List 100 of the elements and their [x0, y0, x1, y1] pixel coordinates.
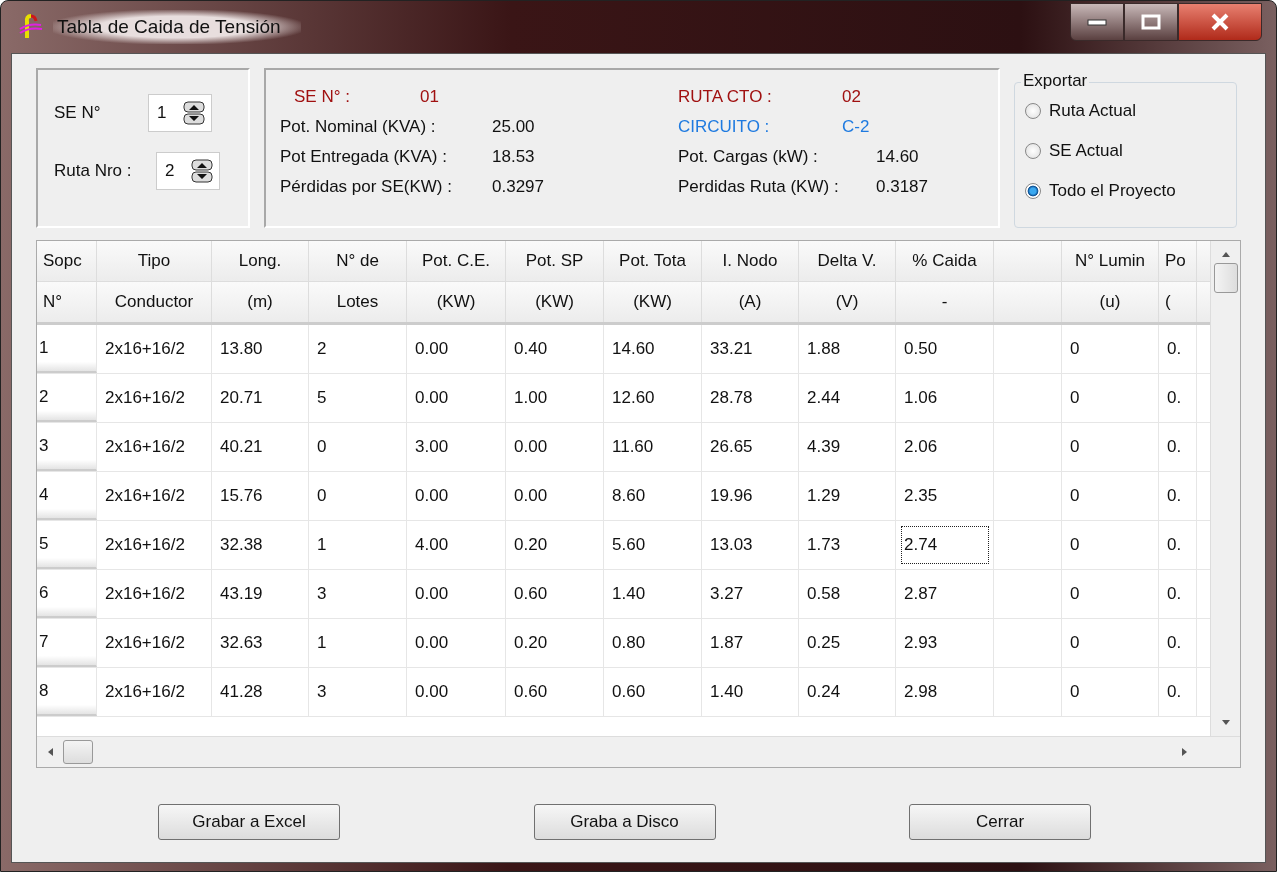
table-cell: 1.88 [799, 325, 896, 373]
action-button[interactable]: Cerrar [909, 804, 1091, 840]
column-header: (KW) [633, 292, 672, 312]
table-cell: 4.00 [407, 521, 506, 569]
table-cell: 0 [309, 423, 407, 471]
table-cell: 0. [1159, 374, 1197, 422]
table-cell: 2x16+16/2 [97, 668, 212, 716]
table-cell: 0.20 [506, 619, 604, 667]
table-cell: 0.60 [506, 668, 604, 716]
table-cell: 2.35 [896, 472, 994, 520]
info-value: 14.60 [876, 147, 919, 167]
table-cell: 2x16+16/2 [97, 374, 212, 422]
table-cell: 1 [309, 521, 407, 569]
action-button[interactable]: Grabar a Excel [158, 804, 340, 840]
table-cell: 0.58 [799, 570, 896, 618]
vertical-scrollbar[interactable] [1210, 241, 1240, 736]
window-title: Tabla de Caida de Tensión [53, 10, 301, 44]
row-header[interactable]: 8 [37, 668, 97, 716]
spin-arrows-icon [191, 159, 213, 183]
table-cell: 1.00 [506, 374, 604, 422]
table-cell: 14.60 [604, 325, 702, 373]
column-header: - [941, 292, 948, 312]
table-cell: 0.00 [407, 325, 506, 373]
table-cell: 0. [1159, 423, 1197, 471]
scroll-thumb[interactable] [1213, 263, 1238, 293]
table-cell: 0 [1062, 472, 1159, 520]
row-header[interactable]: 6 [37, 570, 97, 618]
table-cell: 0 [1062, 668, 1159, 716]
column-header: N° Lumin [1074, 251, 1146, 271]
table-cell: 15.76 [212, 472, 309, 520]
table-cell: 0.20 [506, 521, 604, 569]
table-cell: 1 [309, 619, 407, 667]
column-header: (A) [738, 292, 762, 312]
table-cell: 0.60 [604, 668, 702, 716]
table-cell: 2x16+16/2 [97, 521, 212, 569]
info-value: 18.53 [492, 147, 535, 167]
column-header: N° de [336, 251, 379, 271]
table-cell: 3.00 [407, 423, 506, 471]
row-header[interactable]: 3 [37, 423, 97, 471]
scroll-thumb[interactable] [63, 740, 93, 764]
spin-field[interactable]: 1 [148, 94, 212, 132]
table-cell: 2x16+16/2 [97, 423, 212, 471]
table-cell: 11.60 [604, 423, 702, 471]
table-cell: 0.00 [506, 423, 604, 471]
table-cell: 20.71 [212, 374, 309, 422]
column-header: Sopc [43, 251, 82, 271]
table-cell: 0. [1159, 472, 1197, 520]
table-cell: 2x16+16/2 [97, 325, 212, 373]
column-header: (u) [1099, 292, 1121, 312]
row-header[interactable]: 4 [37, 472, 97, 520]
column-header: N° [43, 292, 63, 312]
table-cell: 0. [1159, 521, 1197, 569]
radio-option[interactable]: Ruta Actual [1025, 95, 1236, 127]
info-label: Perdidas Ruta (KW) : [678, 177, 840, 197]
table-cell: 1.73 [799, 521, 896, 569]
table-cell: 0. [1159, 570, 1197, 618]
info-label: Pot Entregada (KVA) : [280, 147, 448, 167]
column-header: (V) [835, 292, 859, 312]
table-cell: 0.00 [407, 472, 506, 520]
column-header: I. Nodo [722, 251, 778, 271]
close-button[interactable] [1178, 3, 1262, 41]
table-cell: 0.50 [896, 325, 994, 373]
radio-option[interactable]: Todo el Proyecto [1025, 175, 1236, 207]
table-cell: 2.87 [896, 570, 994, 618]
app-logo-icon [17, 13, 45, 41]
row-header[interactable]: 2 [37, 374, 97, 422]
column-header: Pot. Tota [619, 251, 686, 271]
horizontal-scrollbar[interactable] [37, 736, 1240, 767]
column-header: (m) [247, 292, 273, 312]
table-cell: 0.24 [799, 668, 896, 716]
table-cell: 2x16+16/2 [97, 619, 212, 667]
radio-option[interactable]: SE Actual [1025, 135, 1236, 167]
row-header[interactable]: 7 [37, 619, 97, 667]
column-header: Delta V. [817, 251, 877, 271]
table-cell: 0.60 [506, 570, 604, 618]
table-cell: 3 [309, 570, 407, 618]
table-cell: 0. [1159, 668, 1197, 716]
table-cell: 2.06 [896, 423, 994, 471]
table-cell: 12.60 [604, 374, 702, 422]
info-label: Pot. Nominal (KVA) : [280, 117, 437, 137]
table-cell: 0.00 [407, 619, 506, 667]
table-cell: 32.63 [212, 619, 309, 667]
minimize-button[interactable] [1070, 3, 1124, 41]
info-label: CIRCUITO : [678, 117, 771, 137]
row-header[interactable]: 5 [37, 521, 97, 569]
table-cell: 0 [309, 472, 407, 520]
row-header[interactable]: 1 [37, 325, 97, 373]
action-button[interactable]: Graba a Disco [533, 804, 716, 840]
maximize-button[interactable] [1124, 3, 1178, 41]
table-cell: 0 [1062, 619, 1159, 667]
table-cell: 0 [1062, 325, 1159, 373]
info-value: 01 [420, 87, 439, 107]
spin-field[interactable]: 2 [156, 152, 220, 190]
table-cell: 28.78 [702, 374, 799, 422]
table-cell: 0.00 [407, 570, 506, 618]
table-cell: 8.60 [604, 472, 702, 520]
spin-arrows-icon [183, 101, 205, 125]
table-cell: 33.21 [702, 325, 799, 373]
table-cell: 1.29 [799, 472, 896, 520]
table-cell: 26.65 [702, 423, 799, 471]
